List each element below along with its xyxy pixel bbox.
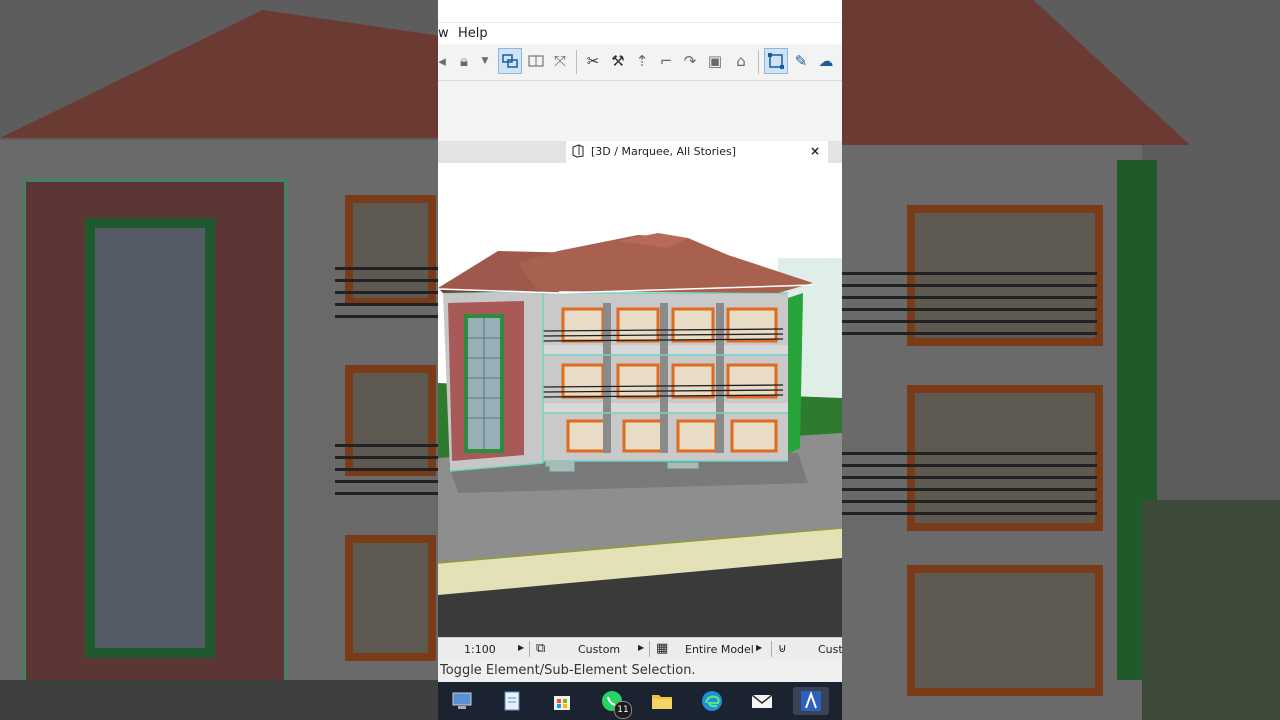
backdrop-orange-window	[345, 535, 436, 661]
hint-bar: Toggle Element/Sub-Element Selection.	[438, 660, 842, 682]
status-bar: 1:100 ▶ ⧉ Custom ▶ ▦ Entire Model ▶ ⊍ Cu…	[438, 637, 842, 660]
taskbar: 11	[438, 682, 842, 720]
folder-icon[interactable]	[648, 687, 676, 715]
mirror-icon[interactable]: ▣	[703, 48, 727, 74]
toolbar: ◂ 🔒︎ ▼ ⤧ ✂ ⚒ ⇡ ⌐ ↷ ▣ ⌂ ✎ ☁	[438, 44, 842, 81]
3d-view-icon	[571, 144, 585, 158]
arrow-icon[interactable]: ◂	[438, 48, 446, 74]
building-render	[438, 163, 842, 637]
backdrop-ground	[0, 680, 438, 720]
hint-text: Toggle Element/Sub-Element Selection.	[440, 663, 696, 678]
fillet-icon[interactable]: ⌐	[654, 48, 678, 74]
backdrop-railing	[842, 445, 1097, 515]
whatsapp-icon[interactable]: 11	[598, 687, 632, 719]
backdrop-tall-window	[85, 218, 215, 658]
menu-item-window[interactable]: w	[438, 26, 449, 41]
toolbar-separator	[758, 50, 759, 74]
edge-browser-icon[interactable]	[698, 687, 726, 715]
status-separator	[771, 641, 772, 657]
backdrop-railing	[335, 258, 438, 318]
tab-3d-view[interactable]: [3D / Marquee, All Stories] ×	[566, 141, 828, 163]
notification-badge: 11	[614, 701, 632, 719]
dimension-icon[interactable]	[524, 48, 548, 74]
3d-viewport[interactable]	[438, 163, 842, 637]
backdrop-roof	[0, 10, 438, 138]
offset-icon[interactable]: ⇡	[630, 48, 654, 74]
archicad-window: w Help ◂ 🔒︎ ▼ ⤧ ✂ ⚒ ⇡ ⌐ ↷ ▣ ⌂ ✎ ☁ [3D / …	[438, 0, 842, 720]
chevron-right-icon[interactable]: ▶	[756, 643, 762, 652]
scissors-icon[interactable]: ✂	[581, 48, 605, 74]
backdrop-right	[842, 0, 1280, 720]
element-selection-icon[interactable]	[764, 48, 788, 74]
house-icon[interactable]: ⌂	[729, 48, 753, 74]
title-bar	[438, 0, 842, 23]
chevron-right-icon[interactable]: ▶	[518, 643, 524, 652]
chevron-right-icon[interactable]: ▶	[638, 643, 644, 652]
mail-icon[interactable]	[748, 687, 776, 715]
cloud-icon[interactable]: ☁	[814, 48, 838, 74]
pen-set-value[interactable]: Cust	[818, 643, 842, 656]
lock-icon[interactable]: 🔒︎	[452, 48, 476, 74]
store-icon[interactable]	[548, 687, 576, 715]
menu-item-help[interactable]: Help	[458, 26, 488, 41]
computer-icon[interactable]	[448, 687, 476, 715]
backdrop-ground	[1142, 500, 1280, 720]
model-view-value[interactable]: Entire Model	[685, 643, 754, 656]
archicad-icon[interactable]	[793, 687, 829, 715]
backdrop-roof	[842, 0, 1190, 145]
backdrop-left	[0, 0, 438, 720]
rotate-icon[interactable]: ↷	[678, 48, 702, 74]
tab-bar: [3D / Marquee, All Stories] ×	[438, 141, 842, 163]
suspend-groups-icon[interactable]	[498, 48, 522, 74]
close-icon[interactable]: ×	[810, 144, 820, 158]
status-separator	[529, 641, 530, 657]
backdrop-orange-window	[907, 565, 1103, 696]
toolbar-separator	[576, 50, 577, 74]
status-separator	[649, 641, 650, 657]
brush-icon[interactable]: ✎	[789, 48, 813, 74]
chevron-down-icon[interactable]: ▼	[478, 48, 492, 74]
toolbar-blank-area	[438, 81, 842, 141]
scale-value[interactable]: 1:100	[464, 643, 496, 656]
cross-icon[interactable]: ⤧	[548, 48, 572, 74]
tab-label: [3D / Marquee, All Stories]	[591, 145, 737, 158]
notepad-icon[interactable]	[498, 687, 526, 715]
pen-set-icon[interactable]: ⊍	[778, 641, 787, 655]
layers-icon[interactable]: ⧉	[536, 641, 545, 656]
menu-bar: w Help	[438, 22, 842, 44]
model-view-icon[interactable]: ▦	[656, 641, 668, 656]
backdrop-railing	[842, 265, 1097, 335]
hammer-icon[interactable]: ⚒	[606, 48, 630, 74]
layer-combination-value[interactable]: Custom	[578, 643, 620, 656]
backdrop-railing	[335, 435, 438, 495]
